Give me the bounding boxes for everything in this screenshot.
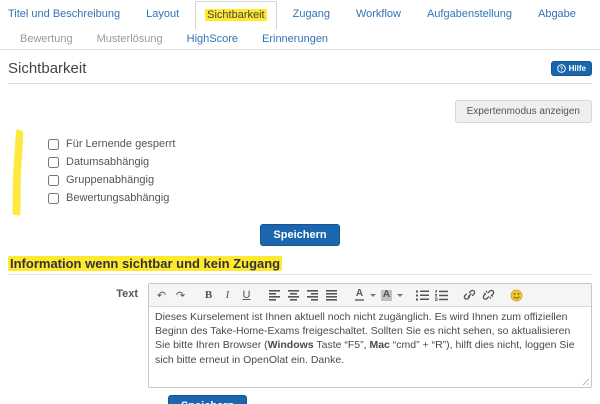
tab-highscore[interactable]: HighScore xyxy=(187,33,238,45)
tab-sichtbarkeit-active[interactable]: Sichtbarkeit xyxy=(195,1,276,29)
svg-text:?: ? xyxy=(560,66,563,72)
tab-musterloesung: Musterlösung xyxy=(97,33,163,45)
tab-titel-und-beschreibung[interactable]: Titel und Beschreibung xyxy=(8,8,120,20)
emoticons-icon[interactable] xyxy=(507,286,526,304)
save-info-text-button[interactable]: Speichern xyxy=(168,395,247,404)
checkbox-datumsabhaengig[interactable] xyxy=(48,157,59,168)
help-button[interactable]: ? Hilfe xyxy=(551,61,592,76)
richtext-content-area[interactable]: Dieses Kurselement ist Ihnen aktuell noc… xyxy=(149,307,591,387)
editor-resize-handle[interactable] xyxy=(580,376,589,385)
undo-icon[interactable]: ↶ xyxy=(152,286,171,304)
editor-text-bold: Mac xyxy=(369,339,389,351)
bold-icon[interactable]: B xyxy=(199,286,218,304)
help-circle-icon: ? xyxy=(557,64,566,73)
tab-zugang[interactable]: Zugang xyxy=(293,8,330,20)
checkbox-row-gesperrt: Für Lernende gesperrt xyxy=(48,135,592,153)
insert-link-icon[interactable] xyxy=(460,286,479,304)
align-justify-icon[interactable] xyxy=(322,286,341,304)
title-divider xyxy=(8,83,592,84)
save-visibility-button[interactable]: Speichern xyxy=(260,224,339,246)
checkbox-gruppenabhaengig[interactable] xyxy=(48,175,59,186)
text-color-icon[interactable]: A xyxy=(350,286,369,304)
remove-link-icon[interactable] xyxy=(479,286,498,304)
editor-text-bold: Windows xyxy=(268,339,314,351)
tab-erinnerungen[interactable]: Erinnerungen xyxy=(262,33,328,45)
tab-abgabe[interactable]: Abgabe xyxy=(538,8,576,20)
tab-bewertung: Bewertung xyxy=(20,33,73,45)
tab-sichtbarkeit-label: Sichtbarkeit xyxy=(205,9,266,21)
align-left-icon[interactable] xyxy=(265,286,284,304)
visibility-options-group: Für Lernende gesperrt Datumsabhängig Gru… xyxy=(8,135,592,215)
richtext-toolbar: ↶ ↷ B I U xyxy=(149,284,591,307)
checkbox-label[interactable]: Für Lernende gesperrt xyxy=(66,138,175,150)
nav-divider xyxy=(0,49,600,50)
tab-layout[interactable]: Layout xyxy=(146,8,179,20)
unordered-list-icon[interactable] xyxy=(413,286,432,304)
checkbox-label[interactable]: Datumsabhängig xyxy=(66,156,149,168)
align-center-icon[interactable] xyxy=(284,286,303,304)
background-color-caret-icon[interactable] xyxy=(396,286,404,304)
expert-mode-button[interactable]: Expertenmodus anzeigen xyxy=(455,100,592,123)
tab-aufgabenstellung[interactable]: Aufgabenstellung xyxy=(427,8,512,20)
ordered-list-icon[interactable] xyxy=(432,286,451,304)
tab-workflow[interactable]: Workflow xyxy=(356,8,401,20)
text-field-label: Text xyxy=(8,283,148,388)
text-color-caret-icon[interactable] xyxy=(369,286,377,304)
redo-icon[interactable]: ↷ xyxy=(171,286,190,304)
italic-icon[interactable]: I xyxy=(218,286,237,304)
checkbox-fuer-lernende-gesperrt[interactable] xyxy=(48,139,59,150)
checkbox-row-bewertung: Bewertungsabhängig xyxy=(48,189,592,207)
checkbox-row-datum: Datumsabhängig xyxy=(48,153,592,171)
checkbox-label[interactable]: Gruppenabhängig xyxy=(66,174,154,186)
help-button-label: Hilfe xyxy=(569,64,586,73)
richtext-editor: ↶ ↷ B I U xyxy=(148,283,592,388)
background-color-icon[interactable]: A xyxy=(377,286,396,304)
page-title: Sichtbarkeit xyxy=(8,60,86,77)
underline-icon[interactable]: U xyxy=(237,286,256,304)
info-section-heading-text: Information wenn sichtbar und kein Zugan… xyxy=(8,256,282,271)
info-section-heading: Information wenn sichtbar und kein Zugan… xyxy=(8,256,592,271)
editor-text: Taste “F5”, xyxy=(314,339,370,351)
checkbox-label[interactable]: Bewertungsabhängig xyxy=(66,192,169,204)
course-element-tabs-row1: Titel und Beschreibung Layout Sichtbarke… xyxy=(0,0,600,28)
checkbox-row-gruppe: Gruppenabhängig xyxy=(48,171,592,189)
align-right-icon[interactable] xyxy=(303,286,322,304)
info-section-divider xyxy=(8,274,592,275)
yellow-marker-annotation xyxy=(11,129,23,217)
checkbox-bewertungsabhaengig[interactable] xyxy=(48,193,59,204)
course-element-tabs-row2: Bewertung Musterlösung HighScore Erinner… xyxy=(0,28,600,49)
